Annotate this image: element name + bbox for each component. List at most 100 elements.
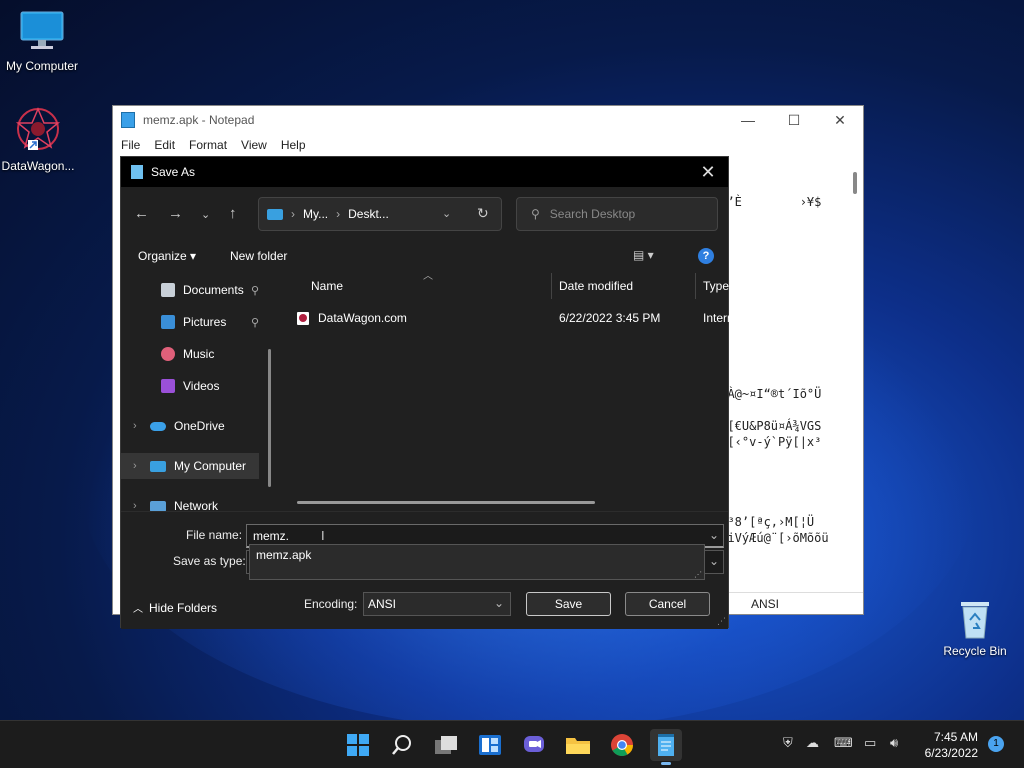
keyboard-icon[interactable]: ⌨	[834, 735, 853, 751]
teams-chat-button[interactable]	[518, 729, 550, 761]
recent-locations-chevron-icon[interactable]: ⌄	[201, 208, 210, 221]
nav-item-network[interactable]: › Network	[121, 493, 271, 513]
chrome-icon	[611, 734, 633, 756]
menu-file[interactable]: File	[121, 138, 140, 152]
file-list-horizontal-scrollbar[interactable]	[297, 501, 595, 504]
notepad-taskbar-button[interactable]	[650, 729, 682, 765]
forward-arrow-icon[interactable]: →	[168, 205, 183, 222]
notepad-text-area[interactable]: od’È ›¥$ ZbÀ@~¤I“®t´Iõ°Ü Ôh[€U&P8ü¤Á¾VGS…	[713, 194, 829, 546]
new-folder-button[interactable]: New folder	[230, 249, 287, 263]
up-arrow-icon[interactable]: ↑	[229, 205, 237, 222]
nav-item-pictures[interactable]: Pictures ⚲	[121, 309, 271, 335]
internet-shortcut-icon	[297, 312, 309, 325]
menu-view[interactable]: View	[241, 138, 267, 152]
encoding-label: Encoding:	[304, 597, 358, 611]
nav-item-music[interactable]: Music	[121, 341, 271, 367]
clock-date: 6/23/2022	[924, 746, 978, 760]
column-divider[interactable]	[695, 273, 696, 299]
file-list[interactable]: ︿ Name Date modified Type DataWagon.com …	[279, 271, 734, 511]
notification-badge[interactable]: 1	[988, 736, 1004, 752]
file-date: 6/22/2022 3:45 PM	[559, 311, 661, 325]
videos-icon	[161, 379, 175, 393]
hide-folders-label: Hide Folders	[149, 600, 218, 615]
taskbar: ⛨ ☁ ⌨ ▭ 🔊︎ 7:45 AM 6/23/2022 1	[0, 720, 1024, 768]
cancel-button[interactable]: Cancel	[625, 592, 710, 616]
clock[interactable]: 7:45 AM 6/23/2022	[925, 729, 978, 761]
nav-item-onedrive[interactable]: › OneDrive	[121, 413, 271, 439]
breadcrumb-my-computer[interactable]: My...	[303, 207, 328, 221]
save-as-dialog[interactable]: Save As ✕ ← → ⌄ ↑ › My... › Deskt... ⌄ ↻…	[120, 156, 734, 629]
refresh-icon[interactable]: ↻	[477, 205, 489, 222]
encoding-select[interactable]: ANSI ⌄	[363, 592, 511, 616]
start-button[interactable]	[342, 729, 374, 761]
status-encoding: ANSI	[729, 592, 863, 614]
file-explorer-button[interactable]	[562, 729, 594, 761]
chevron-right-icon[interactable]: ›	[133, 420, 137, 432]
chevron-down-icon[interactable]: ⌄	[709, 554, 719, 568]
chrome-button[interactable]	[606, 729, 638, 761]
save-button[interactable]: Save	[526, 592, 611, 616]
notepad-icon	[658, 734, 674, 756]
menu-edit[interactable]: Edit	[154, 138, 175, 152]
menu-format[interactable]: Format	[189, 138, 227, 152]
network-icon[interactable]: ▭	[864, 735, 876, 751]
navigation-pane-scrollbar[interactable]	[268, 349, 271, 487]
desktop-icon-recycle-bin[interactable]: Recycle Bin	[938, 598, 1012, 658]
back-arrow-icon[interactable]: ←	[134, 205, 149, 222]
notepad-icon	[121, 112, 135, 128]
menu-help[interactable]: Help	[281, 138, 306, 152]
nav-item-videos[interactable]: Videos	[121, 373, 271, 399]
notepad-scrollbar[interactable]	[853, 172, 857, 194]
minimize-icon[interactable]: —	[725, 106, 771, 134]
computer-icon	[150, 460, 166, 472]
notepad-icon	[131, 165, 143, 179]
encoding-value: ANSI	[368, 597, 397, 611]
desktop-icon-my-computer[interactable]: My Computer	[0, 10, 84, 73]
search-button[interactable]	[386, 729, 418, 761]
nav-item-label: Documents	[183, 283, 244, 297]
chevron-down-icon[interactable]: ⌄	[494, 596, 504, 610]
nav-item-label: Music	[183, 347, 215, 361]
organize-label: Organize	[138, 249, 187, 263]
computer-icon	[267, 208, 283, 220]
organize-button[interactable]: Organize ▾	[138, 249, 196, 263]
nav-item-my-computer[interactable]: › My Computer	[121, 453, 259, 479]
task-view-button[interactable]	[430, 729, 462, 761]
resize-grip-icon[interactable]: ⋰	[694, 570, 702, 579]
address-bar[interactable]: › My... › Deskt... ⌄ ↻	[258, 197, 502, 231]
nav-item-documents[interactable]: Documents ⚲	[121, 277, 271, 303]
autocomplete-suggestion[interactable]: memz.apk	[256, 548, 311, 562]
column-divider[interactable]	[551, 273, 552, 299]
file-name-value: memz.	[253, 529, 289, 543]
volume-icon[interactable]: 🔊︎	[890, 735, 898, 751]
search-box[interactable]: ⚲ Search Desktop	[516, 197, 718, 231]
dialog-title-bar[interactable]: Save As	[121, 157, 728, 187]
chat-icon	[524, 736, 544, 752]
column-header-name[interactable]: Name	[311, 271, 343, 301]
pictures-icon	[161, 315, 175, 329]
hide-folders-button[interactable]: ︿ Hide Folders	[133, 600, 218, 616]
breadcrumb-desktop[interactable]: Deskt...	[348, 207, 389, 221]
desktop-icon-datawagon[interactable]: DataWagon...	[0, 106, 80, 173]
view-options-button[interactable]: ▤ ▾	[633, 248, 654, 262]
network-icon	[150, 500, 166, 512]
maximize-icon[interactable]: ☐	[771, 106, 817, 134]
navigation-pane[interactable]: Documents ⚲ Pictures ⚲ Music Videos › On…	[121, 275, 271, 513]
security-shield-icon[interactable]: ⛨	[783, 735, 793, 751]
close-icon[interactable]: ✕	[817, 106, 863, 134]
column-header-date[interactable]: Date modified	[559, 271, 633, 301]
pin-icon: ⚲	[250, 316, 259, 329]
chevron-down-icon[interactable]: ⌄	[442, 207, 451, 220]
help-icon[interactable]: ?	[698, 248, 714, 264]
column-header-type[interactable]: Type	[703, 271, 729, 301]
file-row[interactable]: DataWagon.com 6/22/2022 3:45 PM Intern	[279, 307, 734, 329]
onedrive-offline-icon[interactable]: ☁	[806, 735, 819, 751]
nav-item-label: Pictures	[183, 315, 227, 329]
resize-grip-icon[interactable]: ⋰	[717, 616, 726, 627]
chevron-right-icon[interactable]: ›	[133, 460, 137, 472]
widgets-button[interactable]	[474, 729, 506, 761]
music-icon	[161, 347, 175, 361]
autocomplete-dropdown[interactable]: memz.apk ⋰	[249, 544, 705, 580]
close-icon[interactable]: ✕	[696, 162, 720, 183]
chevron-down-icon[interactable]: ⌄	[709, 528, 719, 542]
